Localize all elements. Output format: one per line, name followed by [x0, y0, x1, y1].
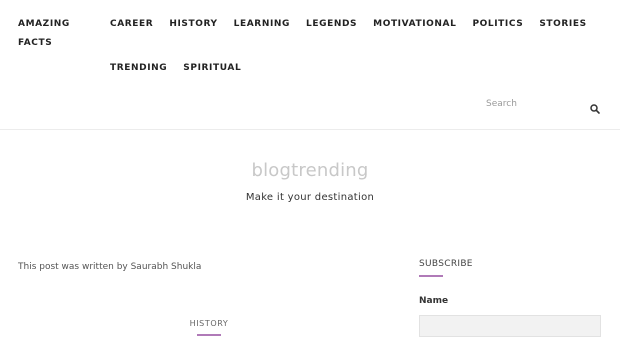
subscribe-widget-title: SUBSCRIBE	[419, 259, 473, 269]
nav-item-learning[interactable]: LEARNING	[234, 15, 290, 34]
nav-item-legends[interactable]: LEGENDS	[306, 15, 357, 34]
post-author-note: This post was written by Saurabh Shukla	[18, 262, 202, 272]
nav-item-motivational[interactable]: MOTIVATIONAL	[373, 15, 456, 34]
nav-row-2: TRENDING SPIRITUAL	[110, 59, 241, 78]
widget-title-underline	[419, 275, 443, 277]
site-tagline: Make it your destination	[245, 192, 375, 203]
post-category-link[interactable]: HISTORY	[185, 319, 233, 328]
nav-item-spiritual[interactable]: SPIRITUAL	[183, 59, 241, 78]
name-field-label: Name	[419, 296, 449, 306]
search-form	[486, 95, 602, 115]
nav-item-history[interactable]: HISTORY	[169, 15, 217, 34]
nav-left-group: AMAZING FACTS	[18, 15, 98, 53]
nav-item-career[interactable]: CAREER	[110, 15, 153, 34]
search-input[interactable]	[486, 95, 586, 113]
search-icon[interactable]	[589, 100, 601, 114]
nav-item-politics[interactable]: POLITICS	[472, 15, 523, 34]
site-title[interactable]: blogtrending	[0, 160, 620, 181]
header-divider	[0, 129, 620, 130]
nav-item-amazing-facts[interactable]: AMAZING FACTS	[18, 15, 98, 53]
category-underline	[197, 334, 221, 336]
nav-row-1: CAREER HISTORY LEARNING LEGENDS MOTIVATI…	[110, 15, 586, 34]
name-field[interactable]	[419, 315, 601, 337]
nav-item-stories[interactable]: STORIES	[539, 15, 586, 34]
nav-main-group: CAREER HISTORY LEARNING LEGENDS MOTIVATI…	[110, 15, 586, 34]
nav-item-trending[interactable]: TRENDING	[110, 59, 167, 78]
